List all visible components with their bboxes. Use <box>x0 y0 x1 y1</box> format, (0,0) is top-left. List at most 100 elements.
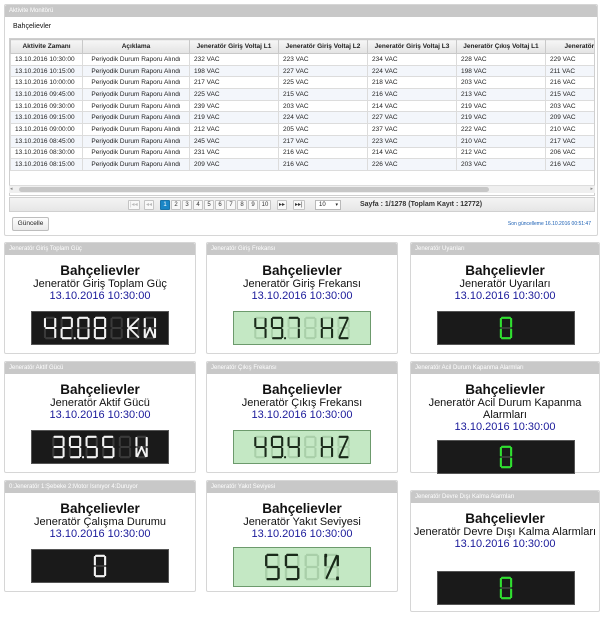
lcd-segment <box>79 447 82 457</box>
lcd-segment <box>112 447 115 457</box>
table-cell: 215 VAC <box>278 88 368 101</box>
table-cell: 237 VAC <box>367 123 457 136</box>
column-header[interactable]: Jeneratör Giriş Voltaj L1 <box>189 39 279 54</box>
table-cell: 217 VAC <box>189 76 279 90</box>
page-button[interactable]: 8 <box>237 200 247 210</box>
scroll-left-icon[interactable]: ◂ <box>10 186 13 192</box>
lcd-segment <box>314 328 317 338</box>
card-title: Jeneratör Devre Dışı Kalma Alarmları <box>413 526 597 538</box>
lcd-segment <box>254 328 257 338</box>
table-row[interactable]: 13.10.2016 10:30:00 Periyodik Durum Rapor… <box>10 53 594 66</box>
lcd-segment <box>104 318 107 328</box>
table-row[interactable]: 13.10.2016 09:15:00 Periyodik Durum Rapor… <box>10 111 594 125</box>
lcd-segment <box>85 447 88 457</box>
column-header[interactable]: Jeneratör Çıkış Voltaj L1 <box>456 39 546 54</box>
lcd-segment <box>499 447 502 457</box>
lcd-segment <box>95 447 98 457</box>
page-button[interactable]: 6 <box>215 200 225 210</box>
lcd-segment <box>287 328 290 338</box>
page-size-select[interactable]: 10 ▾ <box>315 200 341 210</box>
lcd-segment <box>322 316 332 319</box>
table-cell: Periyodik Durum Raporu Alındı <box>82 88 190 101</box>
lcd-segment <box>128 317 140 329</box>
lcd-segment <box>128 327 140 339</box>
column-header[interactable]: Açıklama <box>82 39 190 54</box>
lcd-segment <box>272 326 282 330</box>
table-row[interactable]: 13.10.2016 09:30:00 Periyodik Durum Rapor… <box>10 99 594 113</box>
table-cell: 227 VAC <box>367 111 457 125</box>
lcd-segment <box>112 437 115 447</box>
scrollbar-thumb[interactable] <box>19 187 489 192</box>
lcd-segment <box>314 447 317 457</box>
gauge-card: Jeneratör Devre Dışı Kalma Alarmları Bahç… <box>410 490 600 612</box>
next-page-button[interactable]: ▸▸ <box>277 200 288 210</box>
lcd-digits <box>254 435 350 459</box>
page-button[interactable]: 1 <box>160 200 170 210</box>
lcd-segment <box>53 445 64 449</box>
table-cell: Periyodik Durum Raporu Alındı <box>82 158 190 171</box>
last-page-button[interactable]: ▸▸| <box>293 200 305 210</box>
lcd-segment <box>304 318 307 328</box>
page-button[interactable]: 5 <box>204 200 214 210</box>
card-datetime: 13.10.2016 10:30:00 <box>49 528 151 540</box>
table-cell: 13.10.2016 09:30:00 <box>10 99 83 113</box>
card-header: Jeneratör Giriş Toplam Güç <box>5 243 195 255</box>
first-page-button[interactable]: |◂◂ <box>128 200 140 210</box>
table-cell: 227 VAC <box>278 64 368 78</box>
table-cell: 216 VAC <box>367 88 457 101</box>
page-button[interactable]: 9 <box>248 200 258 210</box>
card-header: Jeneratör Giriş Frekansı <box>207 243 397 255</box>
table-row[interactable]: 13.10.2016 10:15:00 Periyodik Durum Rapor… <box>10 64 594 78</box>
lcd-segment <box>305 337 316 340</box>
horizontal-scrollbar[interactable]: ◂ ▸ <box>9 185 595 193</box>
gauge-card: Jeneratör Giriş Toplam Güç Bahçelievler Je… <box>4 242 196 354</box>
column-header[interactable]: Jeneratör Giriş Voltaj L3 <box>367 39 457 54</box>
lcd-segment <box>70 435 80 438</box>
page-button[interactable]: 4 <box>193 200 203 210</box>
lcd-segment <box>286 565 299 569</box>
scroll-right-icon[interactable]: ▸ <box>590 186 593 192</box>
lcd-segment <box>270 437 273 447</box>
lcd-segment <box>270 318 273 328</box>
page-button[interactable]: 7 <box>226 200 236 210</box>
card-datetime: 13.10.2016 10:30:00 <box>454 538 556 550</box>
table-cell: 229 VAC <box>545 53 594 66</box>
card-header: 0:Jeneratör 1:Şebeke 2:Motor Isınıyor 4:… <box>5 481 195 493</box>
column-header[interactable]: Jeneratör Giriş Voltaj L2 <box>278 39 368 54</box>
page-button[interactable]: 10 <box>259 200 271 210</box>
lcd-segment <box>52 447 55 457</box>
column-header[interactable]: Aktivite Zamanı <box>10 39 83 54</box>
table-row[interactable]: 13.10.2016 09:45:00 Periyodik Durum Rapor… <box>10 88 594 101</box>
card-title: Jeneratör Giriş Toplam Güç <box>33 278 167 290</box>
lcd-segment <box>255 445 266 449</box>
card-datetime: 13.10.2016 10:30:00 <box>49 290 151 302</box>
lcd-segment <box>288 456 299 459</box>
column-header[interactable]: Jeneratör Çıkış <box>545 39 594 54</box>
table-cell: 13.10.2016 09:15:00 <box>10 111 83 125</box>
lcd-segment <box>93 566 96 576</box>
table-cell: 206 VAC <box>545 146 594 160</box>
prev-page-button[interactable]: ◂◂ <box>144 200 155 210</box>
table-row[interactable]: 13.10.2016 08:45:00 Periyodik Durum Rapor… <box>10 134 594 148</box>
table-row[interactable]: 13.10.2016 10:00:00 Periyodik Durum Rapor… <box>10 76 594 90</box>
last-update-text: Son güncelleme 16.10.2016 00:51:47 <box>507 221 591 227</box>
table-row[interactable]: 13.10.2016 09:00:00 Periyodik Durum Rapor… <box>10 123 594 136</box>
card-body: Bahçelievler Jeneratör Devre Dışı Kalma A… <box>411 511 599 550</box>
lcd-display <box>437 440 575 474</box>
table-cell: 210 VAC <box>545 123 594 136</box>
card-location: Bahçelievler <box>262 263 342 278</box>
lcd-digits <box>52 435 148 459</box>
lcd-segment <box>297 318 300 328</box>
lcd-segment <box>305 445 316 449</box>
refresh-button[interactable]: Güncelle <box>12 217 49 231</box>
table-cell: 214 VAC <box>367 99 457 113</box>
lcd-segment <box>297 437 300 447</box>
card-title: Jeneratör Aktif Gücü <box>50 397 150 409</box>
page-button[interactable]: 2 <box>171 200 181 210</box>
page-button[interactable]: 3 <box>182 200 192 210</box>
lcd-segment <box>322 445 332 449</box>
table-row[interactable]: 13.10.2016 08:15:00 Periyodik Durum Rapor… <box>10 158 594 171</box>
table-row[interactable]: 13.10.2016 08:30:00 Periyodik Durum Rapor… <box>10 146 594 160</box>
lcd-segment <box>331 437 334 447</box>
lcd-segment <box>264 328 267 338</box>
